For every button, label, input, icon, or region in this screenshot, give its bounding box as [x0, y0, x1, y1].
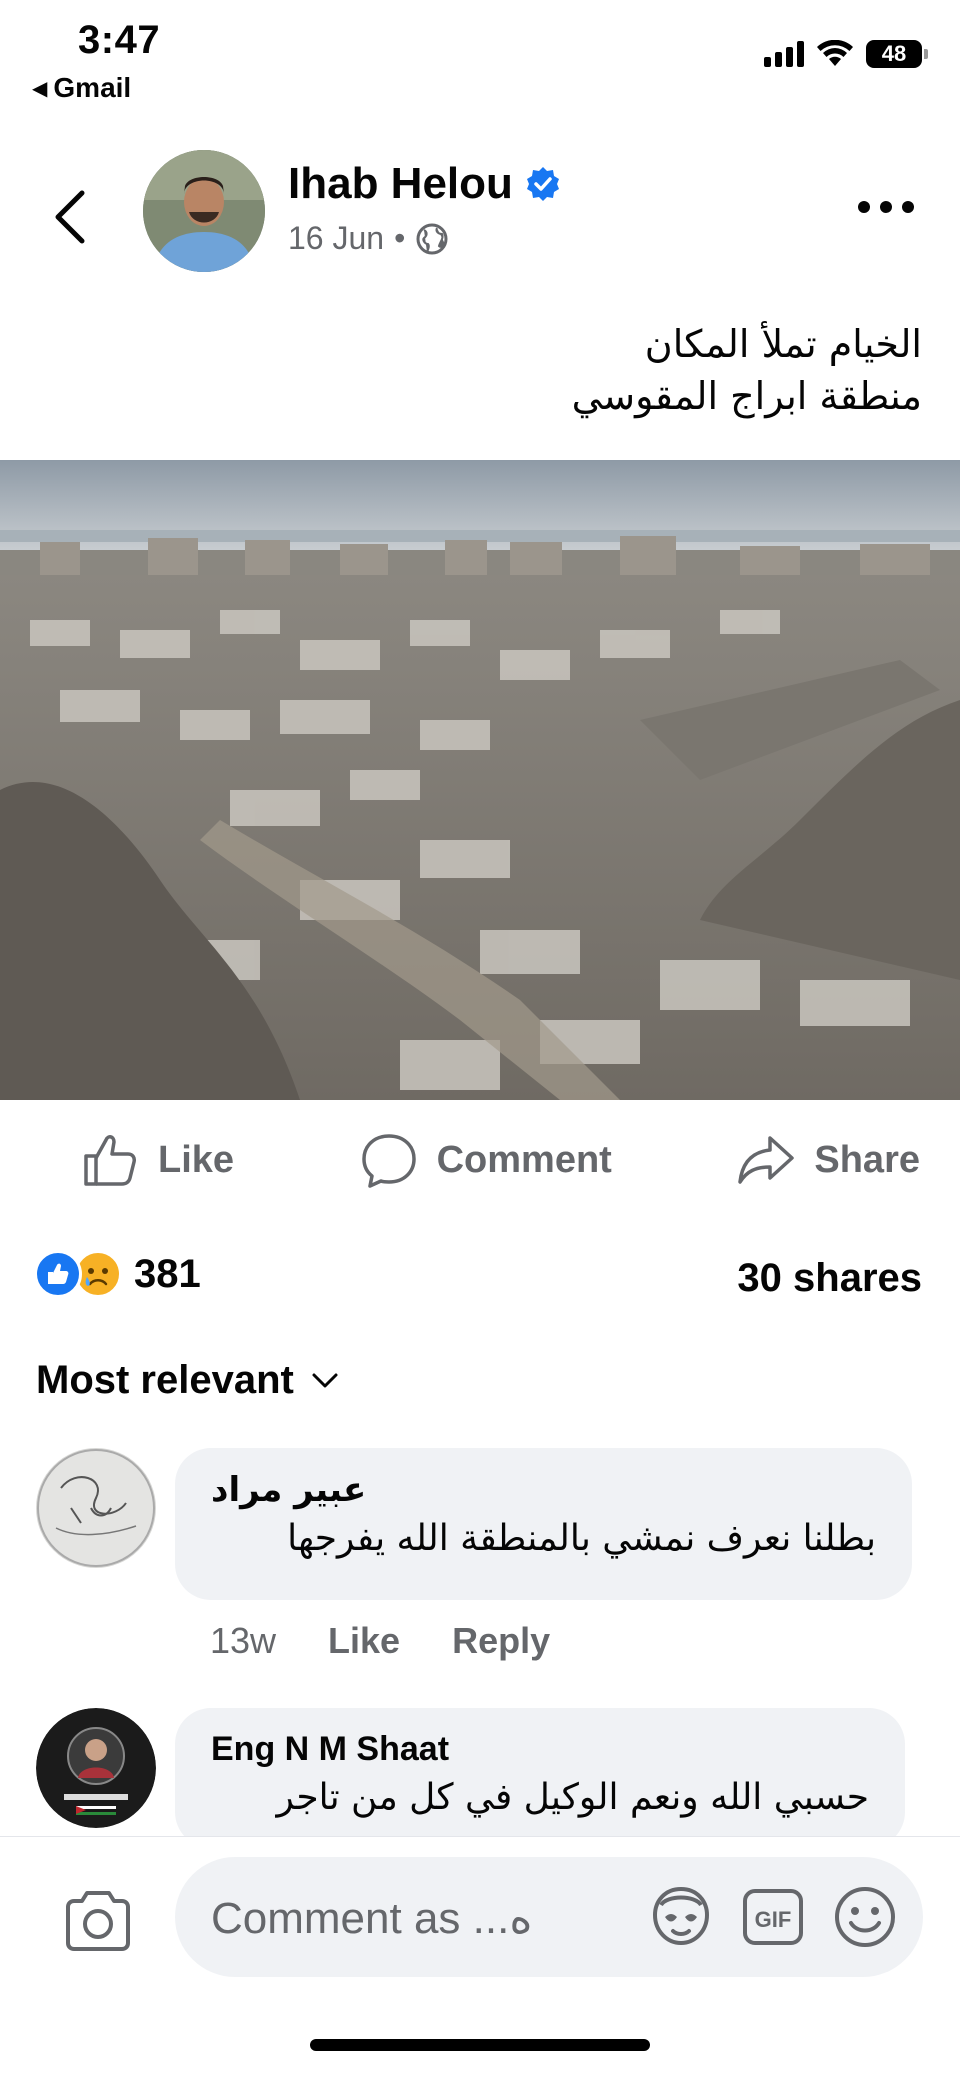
post-text: الخيام تملأ المكان منطقة ابراج المقوسي — [572, 318, 922, 422]
back-triangle-icon: ◀ — [32, 77, 48, 100]
camera-icon[interactable] — [62, 1889, 134, 1953]
composer-icons: GIF — [647, 1883, 899, 1951]
reaction-count: 381 — [134, 1251, 201, 1296]
status-bar: 3:47 ◀ Gmail 48 — [0, 0, 960, 110]
avatar-sticker-icon[interactable] — [647, 1883, 715, 1951]
home-indicator — [310, 2039, 650, 2051]
like-button[interactable]: Like — [80, 1130, 234, 1190]
chevron-down-icon — [312, 1373, 338, 1387]
back-app-label: Gmail — [53, 72, 132, 103]
comment-text: حسبي الله ونعم الوكيل في كل من تاجر — [276, 1777, 869, 1818]
post-meta: 16 Jun • — [288, 220, 449, 257]
comment-bubble[interactable]: Eng N M Shaat حسبي الله ونعم الوكيل في ك… — [175, 1708, 905, 1848]
share-arrow-icon — [738, 1136, 795, 1184]
globe-icon — [416, 223, 448, 254]
commenter-avatar[interactable] — [36, 1708, 156, 1828]
post-image[interactable] — [0, 460, 960, 1100]
chevron-left-icon[interactable] — [50, 187, 90, 247]
comment-like-link[interactable]: Like — [328, 1620, 400, 1662]
comment-input-placeholder: Comment as ...ه — [211, 1894, 533, 1943]
comment-sort-dropdown[interactable]: Most relevant — [36, 1358, 340, 1403]
post-header: Ihab Helou 16 Jun • — [0, 145, 960, 275]
comment-reply-link[interactable]: Reply — [452, 1620, 550, 1662]
status-icons: 48 — [764, 40, 928, 68]
emoji-icon[interactable] — [831, 1883, 899, 1951]
like-reaction-icon — [34, 1250, 82, 1298]
comment-time: 13w — [210, 1620, 277, 1661]
share-button[interactable]: Share — [736, 1130, 920, 1190]
shares-count[interactable]: 30 shares — [737, 1256, 922, 1301]
commenter-name[interactable]: عبير مراد — [211, 1470, 876, 1510]
comment-input[interactable]: Comment as ...ه GIF — [175, 1857, 923, 1977]
commenter-name[interactable]: Eng N M Shaat — [211, 1730, 869, 1769]
battery-icon: 48 — [866, 40, 928, 68]
reaction-summary[interactable]: 381 — [34, 1250, 201, 1298]
comment-button[interactable]: Comment — [359, 1130, 612, 1190]
post-action-bar: Like Comment Share — [0, 1120, 960, 1200]
share-label: Share — [814, 1138, 920, 1181]
post-text-line-1: الخيام تملأ المكان — [644, 322, 922, 366]
post-text-line-2: منطقة ابراج المقوسي — [571, 374, 922, 418]
comment-meta: 13w Like Reply — [210, 1620, 550, 1662]
sort-label: Most relevant — [36, 1358, 294, 1402]
author-name[interactable]: Ihab Helou — [288, 159, 561, 209]
comment-text: بطلنا نعرف نمشي بالمنطقة الله يفرجها — [287, 1518, 876, 1559]
meta-separator: • — [394, 220, 406, 256]
author-avatar[interactable] — [143, 150, 265, 272]
comment-bubble-icon — [361, 1134, 416, 1188]
verified-badge-icon — [526, 167, 559, 201]
commenter-avatar[interactable] — [36, 1448, 156, 1568]
wifi-icon — [817, 40, 853, 66]
thumbs-up-icon — [84, 1135, 136, 1186]
status-time: 3:47 — [78, 18, 161, 62]
post-date[interactable]: 16 Jun — [288, 220, 384, 257]
comment-bubble[interactable]: عبير مراد بطلنا نعرف نمشي بالمنطقة الله … — [175, 1448, 912, 1600]
gif-icon[interactable]: GIF — [739, 1883, 807, 1951]
svg-text:GIF: GIF — [755, 1907, 792, 1932]
comment-label: Comment — [436, 1138, 612, 1181]
back-to-app-link[interactable]: ◀ Gmail — [32, 72, 131, 104]
more-horizontal-icon[interactable] — [856, 197, 916, 217]
like-label: Like — [158, 1138, 235, 1181]
cellular-signal-icon — [764, 41, 804, 67]
author-name-text: Ihab Helou — [288, 159, 513, 208]
comment-composer: Comment as ...ه GIF — [0, 1836, 960, 2079]
